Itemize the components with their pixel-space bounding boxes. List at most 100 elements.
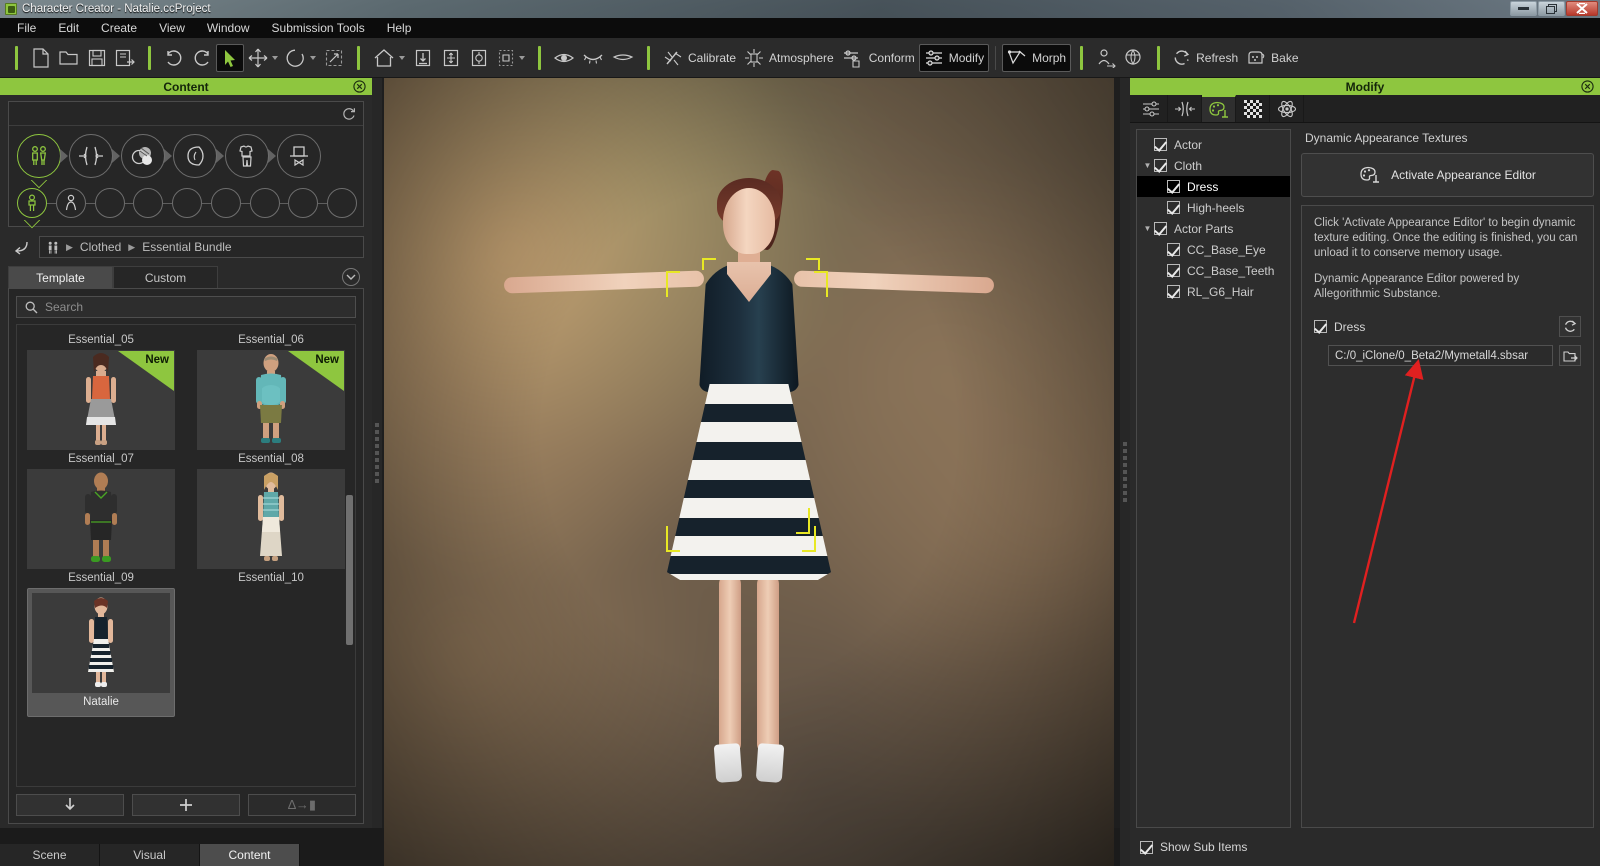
empty-slot-8[interactable] xyxy=(288,188,319,218)
tree-row[interactable]: Actor xyxy=(1137,134,1290,155)
calibrate-button[interactable]: Calibrate xyxy=(659,44,740,72)
save-as-icon[interactable] xyxy=(111,44,139,72)
person-export-icon[interactable] xyxy=(1092,44,1120,72)
checkbox[interactable] xyxy=(1167,201,1180,214)
item-thumbnail[interactable]: New xyxy=(197,350,345,450)
chevron-down-icon[interactable] xyxy=(310,55,316,60)
tree-row[interactable]: RL_G6_Hair xyxy=(1137,281,1290,302)
menu-item-create[interactable]: Create xyxy=(90,19,148,37)
content-grid-scrollbar[interactable] xyxy=(346,495,353,645)
tab-scene[interactable]: Scene xyxy=(0,844,100,866)
minimize-button[interactable] xyxy=(1510,1,1537,16)
menu-item-submission-tools[interactable]: Submission Tools xyxy=(261,19,376,37)
eye-icon[interactable] xyxy=(550,44,578,72)
new-document-icon[interactable] xyxy=(27,44,55,72)
search-input[interactable]: Search xyxy=(16,296,356,318)
checkbox[interactable] xyxy=(1154,222,1167,235)
menu-item-edit[interactable]: Edit xyxy=(47,19,90,37)
accessory-category[interactable] xyxy=(277,134,321,178)
activate-appearance-editor-button[interactable]: Activate Appearance Editor xyxy=(1301,153,1594,197)
save-disk-icon[interactable] xyxy=(83,44,111,72)
content-grid-scroll[interactable]: Essential_05 New Essential_06 New Essent… xyxy=(16,324,356,787)
substance-path-field[interactable]: C:/0_iClone/0_Beta2/Mymetall4.sbsar xyxy=(1328,345,1553,366)
empty-slot-6[interactable] xyxy=(210,188,241,218)
undo-icon[interactable] xyxy=(160,44,188,72)
chevron-down-icon[interactable] xyxy=(272,55,278,60)
menu-item-view[interactable]: View xyxy=(148,19,196,37)
item-thumbnail[interactable] xyxy=(32,593,170,693)
tree-row[interactable]: CC_Base_Eye xyxy=(1137,239,1290,260)
tab-adjust[interactable] xyxy=(1134,95,1168,122)
menu-item-help[interactable]: Help xyxy=(376,19,423,37)
nude-subcategory[interactable] xyxy=(55,188,86,218)
home-view-icon[interactable] xyxy=(369,44,409,72)
download-button[interactable] xyxy=(16,794,124,816)
orbit-view-icon[interactable] xyxy=(465,44,493,72)
tab-physics[interactable] xyxy=(1270,95,1304,122)
breadcrumb[interactable]: ▶ Clothed ▶ Essential Bundle xyxy=(39,236,364,258)
checkbox[interactable] xyxy=(1167,285,1180,298)
tab-template[interactable]: Template xyxy=(8,266,113,288)
fit-view-icon[interactable] xyxy=(409,44,437,72)
chevron-down-icon[interactable] xyxy=(342,268,360,286)
mouth-icon[interactable] xyxy=(608,44,638,72)
atmosphere-button[interactable]: Atmosphere xyxy=(740,44,838,72)
tab-material[interactable] xyxy=(1236,95,1270,122)
bodies-category[interactable] xyxy=(17,134,61,178)
chevron-down-icon[interactable] xyxy=(399,55,405,60)
eyelash-icon[interactable] xyxy=(578,44,608,72)
scale-tool-icon[interactable] xyxy=(320,44,348,72)
breadcrumb-segment-clothed[interactable]: Clothed xyxy=(80,240,121,254)
modify-button[interactable]: Modify xyxy=(918,43,990,72)
open-folder-icon[interactable] xyxy=(55,44,83,72)
reset-icon[interactable] xyxy=(342,107,356,121)
tab-content[interactable]: Content xyxy=(200,844,300,866)
clothed-subcategory[interactable] xyxy=(17,188,47,218)
item-thumbnail[interactable] xyxy=(197,469,345,569)
skin-category[interactable] xyxy=(121,134,165,178)
empty-slot-4[interactable] xyxy=(133,188,164,218)
select-arrow-icon[interactable] xyxy=(216,43,244,72)
reload-circle-icon[interactable] xyxy=(1559,316,1581,337)
checkbox[interactable] xyxy=(1167,180,1180,193)
frame-view-icon[interactable] xyxy=(493,44,529,72)
transfer-button[interactable]: ∆→▮ xyxy=(248,794,356,816)
list-item[interactable]: Essential_06 New xyxy=(197,331,345,450)
character-model[interactable] xyxy=(489,168,1009,858)
back-arrow-icon[interactable] xyxy=(8,237,30,257)
left-splitter[interactable] xyxy=(372,78,382,828)
twisty-icon[interactable]: ▼ xyxy=(1141,161,1154,170)
conform-button[interactable]: Conform xyxy=(838,44,919,72)
checkbox[interactable] xyxy=(1140,840,1153,854)
load-file-icon[interactable] xyxy=(1559,345,1581,366)
menu-item-file[interactable]: File xyxy=(6,19,47,37)
center-view-icon[interactable] xyxy=(437,44,465,72)
add-button[interactable] xyxy=(132,794,240,816)
window-titlebar[interactable]: Character Creator - Natalie.ccProject xyxy=(0,0,1600,18)
redo-icon[interactable] xyxy=(188,44,216,72)
move-tool-icon[interactable] xyxy=(244,44,282,72)
tab-appearance[interactable] xyxy=(1202,95,1236,122)
refresh-button[interactable]: Refresh xyxy=(1169,44,1242,72)
close-button[interactable] xyxy=(1566,1,1598,16)
tree-row[interactable]: CC_Base_Teeth xyxy=(1137,260,1290,281)
rotate-tool-icon[interactable] xyxy=(282,44,320,72)
globe-export-icon[interactable] xyxy=(1120,44,1148,72)
tab-visual[interactable]: Visual xyxy=(100,844,200,866)
tree-row[interactable]: High-heels xyxy=(1137,197,1290,218)
close-circle-icon[interactable] xyxy=(1580,79,1594,93)
shape-category[interactable] xyxy=(69,134,113,178)
bake-button[interactable]: Bake xyxy=(1242,44,1302,72)
checkbox[interactable] xyxy=(1154,159,1167,172)
checkbox[interactable] xyxy=(1167,264,1180,277)
checkbox[interactable] xyxy=(1167,243,1180,256)
maximize-button[interactable] xyxy=(1538,1,1565,16)
twisty-icon[interactable]: ▼ xyxy=(1141,224,1154,233)
3d-viewport[interactable] xyxy=(384,78,1114,866)
list-item[interactable]: Essential_09 xyxy=(27,569,175,588)
empty-slot-7[interactable] xyxy=(249,188,280,218)
item-thumbnail[interactable] xyxy=(27,469,175,569)
cloth-category[interactable] xyxy=(225,134,269,178)
list-item[interactable]: Natalie xyxy=(27,588,175,717)
tab-collision[interactable] xyxy=(1168,95,1202,122)
